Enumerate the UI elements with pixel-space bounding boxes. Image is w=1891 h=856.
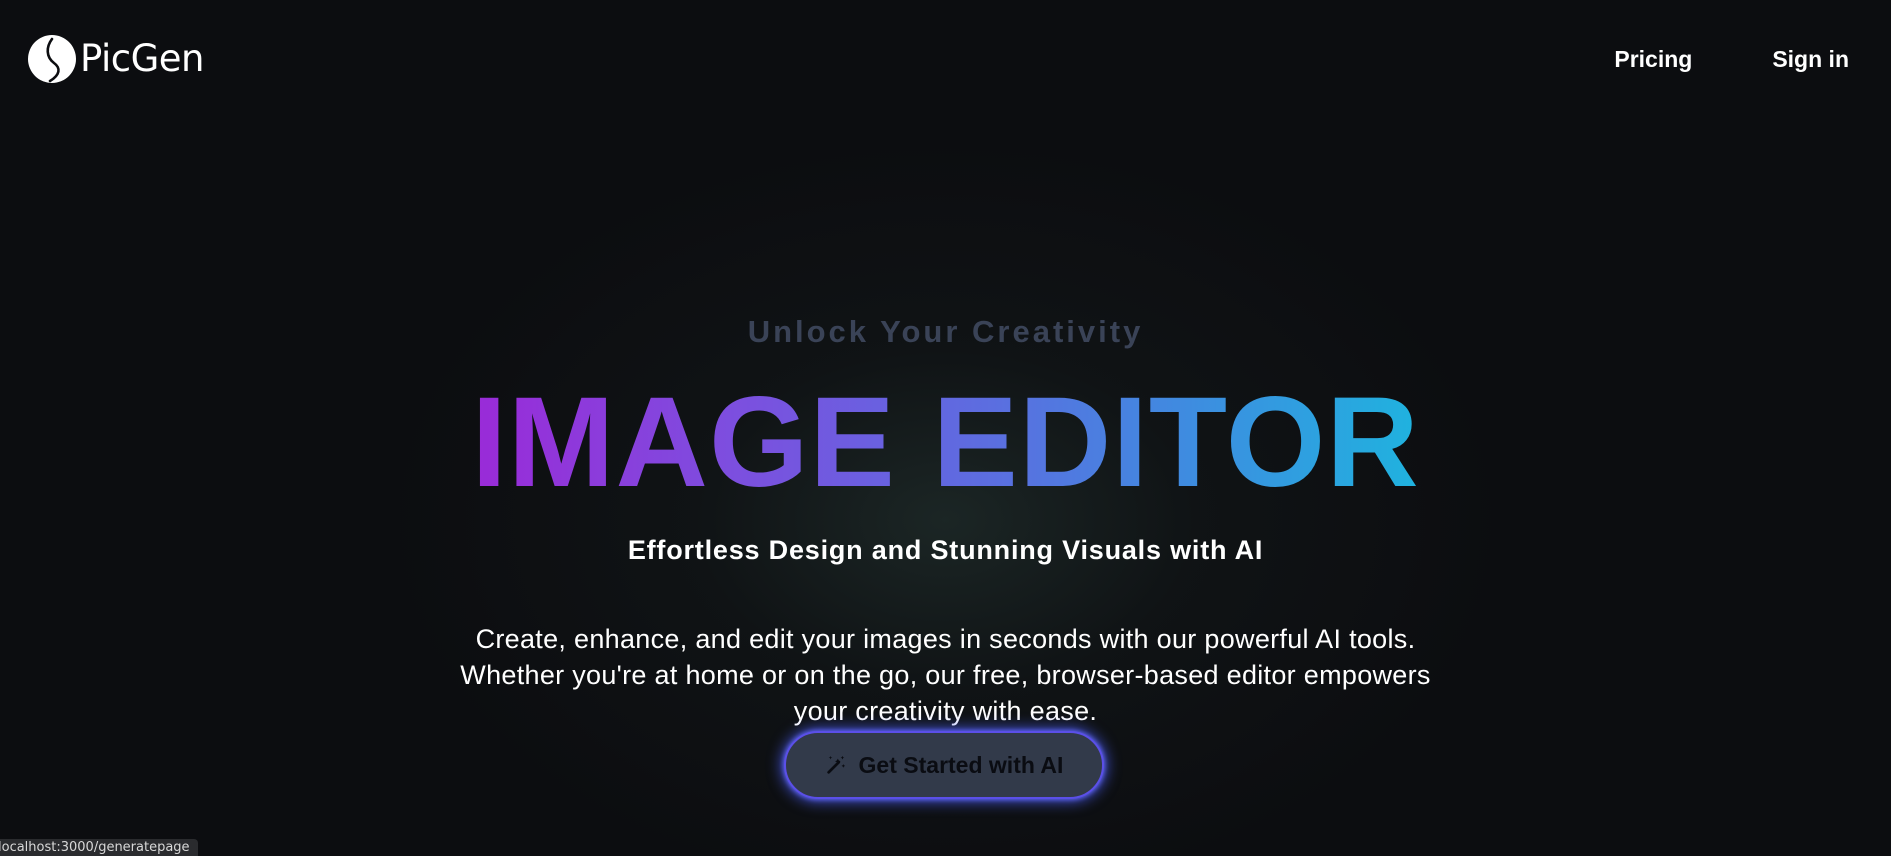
primary-nav: Pricing Sign in	[1614, 42, 1849, 76]
status-bar-url: localhost:3000/generatepage	[0, 839, 198, 856]
get-started-button[interactable]: Get Started with AI	[784, 731, 1104, 799]
leaf-logo-icon	[28, 35, 76, 83]
hero-description: Create, enhance, and edit your images in…	[460, 624, 1431, 726]
nav-pricing-link[interactable]: Pricing	[1614, 42, 1692, 76]
magic-wand-icon	[826, 755, 845, 774]
brand-logo-link[interactable]: PicGen	[26, 33, 205, 85]
page-background: PicGen Pricing Sign in Unlock Your Creat…	[0, 0, 1891, 856]
brand-name: PicGen	[80, 37, 205, 80]
site-header: PicGen Pricing Sign in	[0, 0, 1891, 120]
nav-sign-in-link[interactable]: Sign in	[1772, 42, 1849, 76]
hero-subheadline: Effortless Design and Stunning Visuals w…	[627, 535, 1264, 565]
hero-headline: IMAGE EDITOR	[0, 378, 1891, 508]
get-started-button-label: Get Started with AI	[858, 752, 1064, 778]
hero-eyebrow: Unlock Your Creativity	[747, 314, 1144, 349]
hero-headline-text: IMAGE EDITOR	[471, 371, 1420, 514]
